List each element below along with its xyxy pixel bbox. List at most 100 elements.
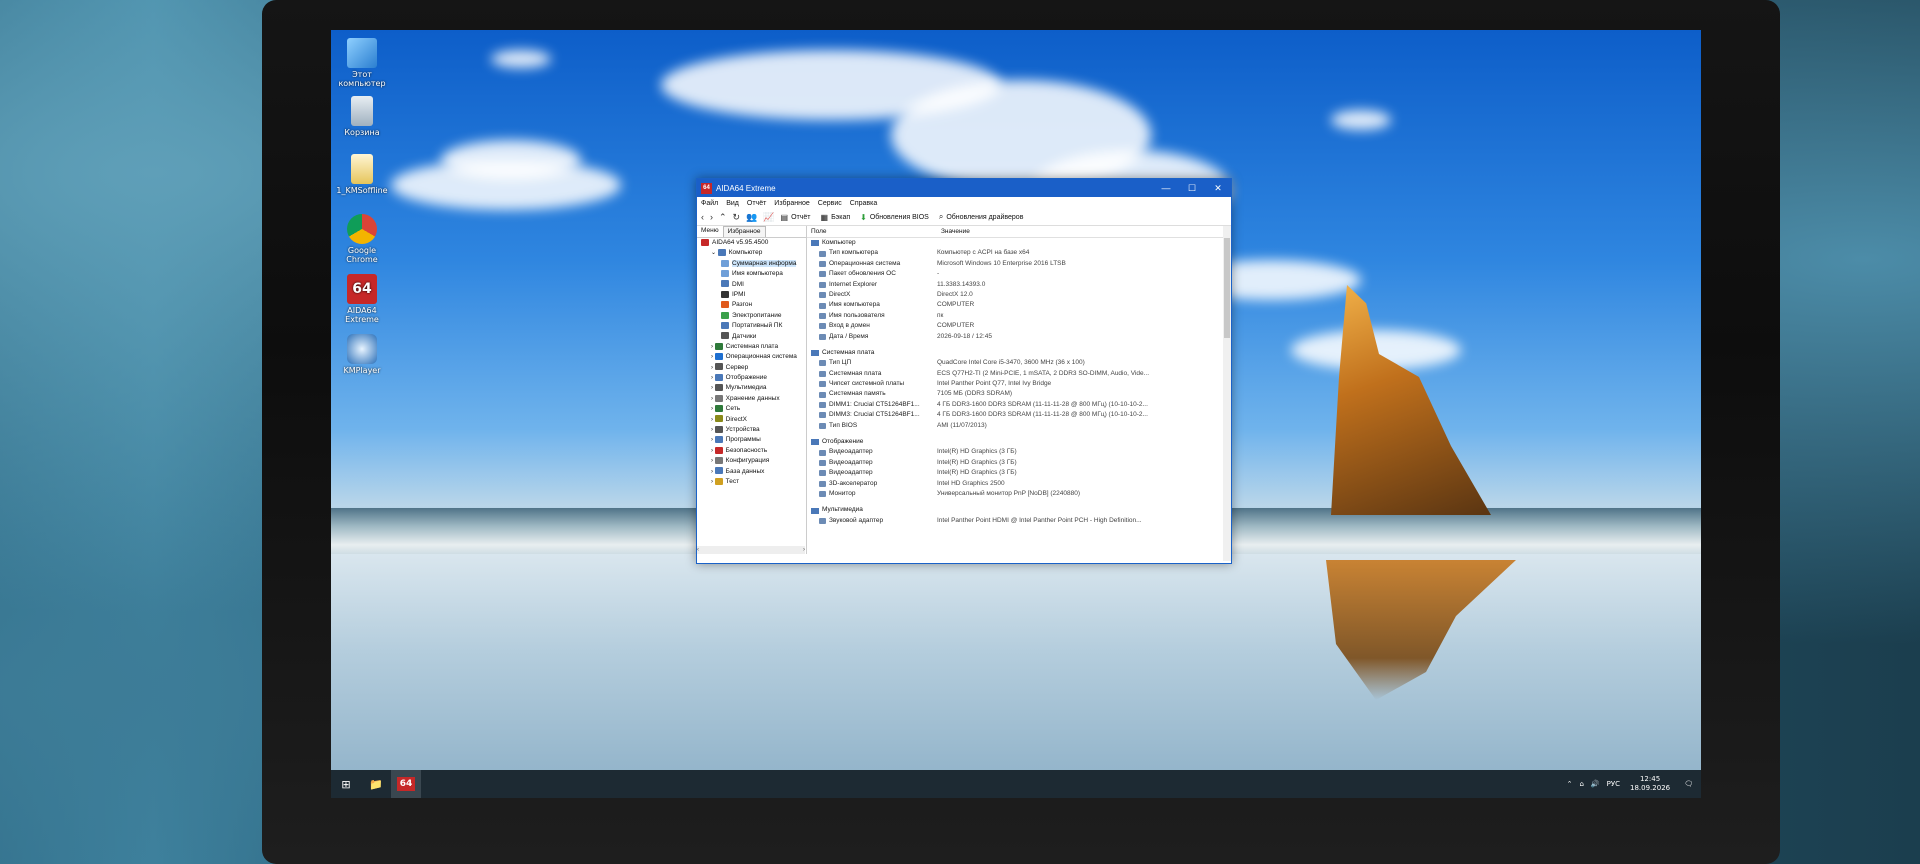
tree-item[interactable]: › Сервер bbox=[697, 363, 806, 373]
taskbar-aida64-button[interactable]: 64 bbox=[391, 770, 421, 798]
tree-item[interactable]: Суммарная информа bbox=[697, 259, 806, 269]
desktop-icon-kmsoffline[interactable]: 1_KMSoffline bbox=[334, 154, 390, 195]
tree-node-icon bbox=[714, 353, 723, 361]
menu-favorites[interactable]: Избранное bbox=[774, 200, 809, 207]
detail-row[interactable]: Видеоадаптер Intel(R) HD Graphics (3 ГБ) bbox=[807, 458, 1231, 468]
collapse-icon[interactable]: ⌄ bbox=[711, 250, 718, 256]
detail-row[interactable]: Имя пользователя пк bbox=[807, 311, 1231, 321]
tree-item[interactable]: › Устройства bbox=[697, 425, 806, 435]
notifications-icon[interactable]: 🗨 bbox=[1684, 780, 1693, 788]
detail-row[interactable]: Имя компьютера COMPUTER bbox=[807, 300, 1231, 310]
detail-row[interactable]: Дата / Время 2026-09-18 / 12:45 bbox=[807, 332, 1231, 342]
users-icon[interactable]: 👥 bbox=[746, 212, 757, 223]
tree-item[interactable]: › Отображение bbox=[697, 373, 806, 383]
detail-row[interactable]: DIMM3: Crucial CT51264BF1... 4 ГБ DDR3-16… bbox=[807, 410, 1231, 420]
scroll-thumb[interactable] bbox=[1224, 238, 1230, 338]
refresh-icon[interactable]: ↻ bbox=[733, 212, 741, 223]
folder-icon bbox=[351, 154, 373, 184]
tree-item[interactable]: › Операционная система bbox=[697, 352, 806, 362]
maximize-button[interactable]: ☐ bbox=[1179, 183, 1205, 194]
tree-item[interactable]: › Программы bbox=[697, 435, 806, 445]
recycle-bin-icon bbox=[351, 96, 373, 126]
menu-file[interactable]: Файл bbox=[701, 200, 718, 207]
detail-row[interactable]: 3D-акселератор Intel HD Graphics 2500 bbox=[807, 479, 1231, 489]
tree-item[interactable]: › Конфигурация bbox=[697, 456, 806, 466]
tree-item[interactable]: Портативный ПК bbox=[697, 321, 806, 331]
field-icon bbox=[819, 381, 826, 388]
close-button[interactable]: ✕ bbox=[1205, 183, 1231, 194]
minimize-button[interactable]: — bbox=[1153, 183, 1179, 193]
menu-view[interactable]: Вид bbox=[726, 200, 739, 207]
tree-item[interactable]: › Системная плата bbox=[697, 342, 806, 352]
tree-item[interactable]: › DirectX bbox=[697, 415, 806, 425]
tree-item[interactable]: › Безопасность bbox=[697, 446, 806, 456]
start-button[interactable]: ⊞ bbox=[331, 770, 361, 798]
detail-row[interactable]: Вход в домен COMPUTER bbox=[807, 321, 1231, 331]
scroll-left-icon[interactable]: ‹ bbox=[697, 547, 699, 553]
tree-item[interactable]: Электропитание bbox=[697, 311, 806, 321]
vertical-scrollbar[interactable] bbox=[1223, 226, 1231, 561]
field-label: Имя пользователя bbox=[829, 311, 885, 319]
column-header-field[interactable]: Поле bbox=[807, 226, 937, 237]
desktop-icon-chrome[interactable]: Google Chrome bbox=[334, 214, 390, 264]
tree-item[interactable]: IPMI bbox=[697, 290, 806, 300]
menu-help[interactable]: Справка bbox=[850, 200, 877, 207]
tree-item[interactable]: › Сеть bbox=[697, 404, 806, 414]
show-hidden-icons-icon[interactable]: ⌃ bbox=[1567, 780, 1573, 788]
detail-row[interactable]: Видеоадаптер Intel(R) HD Graphics (3 ГБ) bbox=[807, 468, 1231, 478]
up-icon[interactable]: ⌃ bbox=[719, 212, 727, 223]
chart-icon[interactable]: 📈 bbox=[763, 212, 774, 223]
detail-row[interactable]: Видеоадаптер Intel(R) HD Graphics (3 ГБ) bbox=[807, 447, 1231, 457]
tree-item[interactable]: Разгон bbox=[697, 300, 806, 310]
detail-row[interactable]: Тип BIOS AMI (11/07/2013) bbox=[807, 421, 1231, 431]
tab-menu[interactable]: Меню bbox=[697, 226, 723, 237]
volume-icon[interactable]: 🔊 bbox=[1591, 780, 1600, 788]
field-label: DIMM1: Crucial CT51264BF1... bbox=[829, 400, 920, 408]
detail-row[interactable]: Операционная система Microsoft Windows 10… bbox=[807, 259, 1231, 269]
column-header-value[interactable]: Значение bbox=[937, 226, 970, 237]
tree-item[interactable]: Имя компьютера bbox=[697, 269, 806, 279]
menu-service[interactable]: Сервис bbox=[818, 200, 842, 207]
title-bar[interactable]: 64 AIDA64 Extreme — ☐ ✕ bbox=[697, 179, 1231, 197]
detail-row[interactable]: DirectX DirectX 12.0 bbox=[807, 290, 1231, 300]
detail-row[interactable]: Тип компьютера Компьютер с ACPI на базе x… bbox=[807, 248, 1231, 258]
forward-icon[interactable]: › bbox=[710, 212, 713, 222]
detail-row[interactable]: Internet Explorer 11.3383.14393.0 bbox=[807, 280, 1231, 290]
report-button[interactable]: ▤ Отчёт bbox=[781, 213, 811, 222]
detail-row[interactable]: Системная память 7105 МБ (DDR3 SDRAM) bbox=[807, 389, 1231, 399]
desktop-icon-aida64[interactable]: 64 AIDA64 Extreme bbox=[334, 274, 390, 324]
horizontal-scrollbar[interactable]: ‹ › bbox=[697, 546, 805, 554]
tree-item[interactable]: › Тест bbox=[697, 477, 806, 487]
bios-updates-button[interactable]: ⬇ Обновления BIOS bbox=[860, 213, 929, 222]
tab-favorites[interactable]: Избранное bbox=[722, 226, 766, 237]
menu-report[interactable]: Отчёт bbox=[747, 200, 766, 207]
tree-item[interactable]: › Мультимедиа bbox=[697, 383, 806, 393]
desktop-icon-label: Google Chrome bbox=[346, 246, 378, 264]
desktop-icon-this-pc[interactable]: Этот компьютер bbox=[334, 38, 390, 88]
desktop-icon-kmplayer[interactable]: KMPlayer bbox=[334, 334, 390, 375]
field-label: Операционная система bbox=[829, 259, 901, 267]
tree-item[interactable]: Датчики bbox=[697, 332, 806, 342]
file-explorer-button[interactable]: 📁 bbox=[361, 770, 391, 798]
detail-row[interactable]: Системная плата ECS Q77H2-TI (2 Mini-PCIE… bbox=[807, 369, 1231, 379]
clock[interactable]: 12:45 18.09.2026 bbox=[1630, 775, 1670, 793]
detail-row[interactable]: Монитор Универсальный монитор PnP [NoDB] … bbox=[807, 489, 1231, 499]
scroll-right-icon[interactable]: › bbox=[803, 547, 805, 553]
tree-item[interactable]: AIDA64 v5.95.4500 bbox=[697, 238, 806, 248]
desktop-icon-recycle-bin[interactable]: Корзина bbox=[334, 96, 390, 137]
backup-button[interactable]: ▦ Бэкап bbox=[821, 213, 851, 222]
driver-updates-button[interactable]: ⌕ Обновления драйверов bbox=[939, 212, 1024, 222]
tree-item[interactable]: DMI bbox=[697, 280, 806, 290]
back-icon[interactable]: ‹ bbox=[701, 212, 704, 222]
detail-row[interactable]: Звуковой адаптер Intel Panther Point HDMI… bbox=[807, 516, 1231, 526]
tree-node-icon bbox=[721, 290, 729, 298]
tree-item[interactable]: › База данных bbox=[697, 467, 806, 477]
language-indicator[interactable]: РУС bbox=[1607, 780, 1620, 788]
detail-row[interactable]: Тип ЦП QuadCore Intel Core i5-3470, 3600 … bbox=[807, 358, 1231, 368]
detail-row[interactable]: DIMM1: Crucial CT51264BF1... 4 ГБ DDR3-16… bbox=[807, 400, 1231, 410]
detail-row[interactable]: Чипсет системной платы Intel Panther Poin… bbox=[807, 379, 1231, 389]
detail-row[interactable]: Пакет обновления ОС - bbox=[807, 269, 1231, 279]
tree-item[interactable]: › Хранение данных bbox=[697, 394, 806, 404]
network-icon[interactable]: ⌂ bbox=[1579, 780, 1583, 788]
tree-item[interactable]: ⌄ Компьютер bbox=[697, 248, 806, 258]
